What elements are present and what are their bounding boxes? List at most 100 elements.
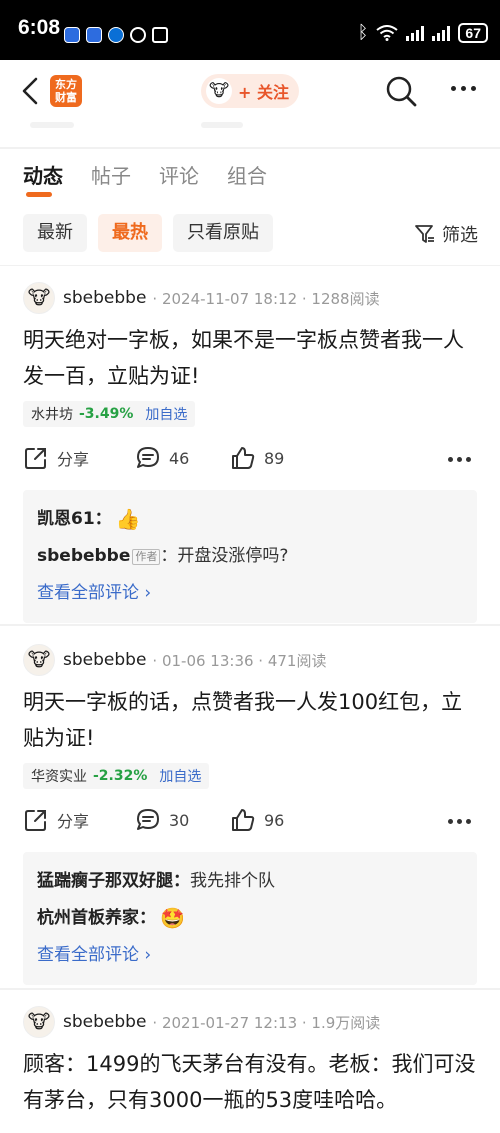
post-divider (0, 624, 500, 626)
post-author[interactable]: sbebebbe (63, 650, 146, 670)
comment-user[interactable]: 杭州首板养家： (37, 900, 156, 937)
share-button[interactable]: 分享 (23, 445, 89, 471)
add-watchlist-button[interactable]: 加自选 (145, 404, 187, 424)
view-all-comments-link[interactable]: 查看全部评论 › (37, 937, 463, 974)
share-button[interactable]: 分享 (23, 807, 89, 833)
wifi-icon (376, 24, 399, 41)
stock-tag[interactable]: 华资实业 -2.32% 加自选 (23, 763, 210, 789)
app-notification-icon (86, 27, 102, 43)
thumbs-up-icon (232, 809, 255, 831)
follow-button[interactable]: 🐮 + 关注 (201, 74, 299, 108)
app-notification-icon (108, 27, 124, 43)
comment-count: 46 (169, 448, 190, 468)
bluetooth-icon: ᛒ (357, 22, 369, 42)
share-label: 分享 (57, 450, 90, 469)
like-button[interactable]: 96 (230, 807, 284, 833)
view-all-comments-link[interactable]: 查看全部评论 › (37, 575, 463, 612)
comment-item: 杭州首板养家： 🤩 (37, 900, 463, 937)
like-count: 89 (264, 448, 285, 468)
cow-avatar-icon: 🐮 (206, 78, 232, 104)
post-author[interactable]: sbebebbe (63, 1012, 146, 1032)
collapsed-header-strip (0, 122, 500, 150)
stock-change: -3.49% (79, 406, 134, 422)
status-bar: 6:08 ᛒ 67 (0, 0, 500, 60)
stock-name: 水井坊 (31, 407, 73, 423)
author-badge: 作者 (132, 548, 161, 565)
tab-comments[interactable]: 评论 (159, 160, 199, 189)
comment-icon (137, 809, 159, 830)
back-arrow-icon[interactable] (16, 74, 46, 108)
search-icon[interactable] (384, 74, 418, 108)
tab-dynamics[interactable]: 动态 (23, 160, 63, 189)
battery-indicator: 67 (458, 22, 488, 43)
comment-item: 凯恩61： 👍 (37, 501, 463, 538)
comment-text: 我先排个队 (190, 871, 275, 891)
tab-posts[interactable]: 帖子 (91, 160, 131, 189)
post-header: 🐮 sbebebbe · 2024-11-07 18:12 · 1288阅读 (23, 282, 380, 314)
comment-user[interactable]: 凯恩61： (37, 501, 112, 538)
like-button[interactable]: 89 (230, 445, 284, 471)
cow-avatar-icon[interactable]: 🐮 (23, 282, 55, 314)
comment-item: sbebebbe 作者 ：开盘没涨停吗? (37, 538, 463, 575)
stock-name: 华资实业 (31, 769, 87, 785)
thumbs-up-icon (232, 447, 255, 469)
post-text[interactable]: 明天绝对一字板，如果不是一字板点赞者我一人发一百，立贴为证! (23, 322, 477, 394)
more-options-icon[interactable] (451, 86, 476, 91)
post-meta: · 01-06 13:36 · 471阅读 (152, 651, 327, 670)
like-count: 96 (264, 810, 285, 830)
comment-button[interactable]: 30 (135, 807, 189, 833)
follow-label: + 关注 (238, 83, 289, 102)
comment-count: 30 (169, 810, 190, 830)
cow-avatar-icon[interactable]: 🐮 (23, 644, 55, 676)
stock-tag[interactable]: 水井坊 -3.49% 加自选 (23, 401, 196, 427)
comment-preview[interactable]: 猛踹瘸子那双好腿： 我先排个队 杭州首板养家： 🤩 查看全部评论 › (23, 852, 477, 985)
comment-preview[interactable]: 凯恩61： 👍 sbebebbe 作者 ：开盘没涨停吗? 查看全部评论 › (23, 490, 477, 623)
divider (0, 147, 500, 149)
profile-tabs: 动态 帖子 评论 组合 (23, 160, 267, 189)
comment-user[interactable]: 猛踹瘸子那双好腿： (37, 863, 190, 900)
post-header: 🐮 sbebebbe · 2021-01-27 12:13 · 1.9万阅读 (23, 1006, 380, 1038)
thumbs-up-emoji-icon: 👍 (115, 507, 141, 531)
active-tab-indicator (26, 192, 52, 197)
signal-icon (432, 25, 451, 41)
star-struck-emoji-icon: 🤩 (160, 906, 185, 930)
signal-icon (406, 25, 425, 41)
status-time: 6:08 (18, 16, 61, 39)
share-icon (25, 810, 46, 831)
nfc-icon (152, 27, 168, 43)
post-author[interactable]: sbebebbe (63, 288, 146, 308)
post-more-icon[interactable] (448, 819, 471, 824)
cow-avatar-icon[interactable]: 🐮 (23, 1006, 55, 1038)
add-watchlist-button[interactable]: 加自选 (159, 766, 201, 786)
filter-button[interactable]: 筛选 (414, 221, 478, 247)
sort-filters: 最新 最热 只看原贴 (23, 214, 273, 252)
post-text[interactable]: 明天一字板的话，点赞者我一人发100红包，立贴为证! (23, 684, 477, 756)
status-right: ᛒ 67 (358, 22, 488, 43)
tab-portfolio[interactable]: 组合 (227, 160, 267, 189)
notification-icons (64, 27, 168, 43)
comment-item: 猛踹瘸子那双好腿： 我先排个队 (37, 863, 463, 900)
comment-text: ：开盘没涨停吗? (160, 546, 289, 566)
comment-user[interactable]: sbebebbe (37, 538, 130, 575)
post-text[interactable]: 顾客：1499的飞天茅台有没有。老板：我们可没有茅台，只有3000一瓶的53度哇… (23, 1046, 477, 1118)
share-label: 分享 (57, 812, 90, 831)
filter-hottest[interactable]: 最热 (98, 214, 162, 252)
comment-button[interactable]: 46 (135, 445, 189, 471)
gauge-icon (130, 27, 146, 43)
filter-latest[interactable]: 最新 (23, 214, 87, 252)
post-actions: 分享 30 96 (23, 807, 477, 837)
share-icon (25, 448, 46, 469)
post-meta: · 2021-01-27 12:13 · 1.9万阅读 (152, 1013, 381, 1032)
post-actions: 分享 46 89 (23, 445, 477, 475)
app-logo[interactable]: 东方财富 (50, 75, 82, 107)
stock-change: -2.32% (93, 768, 148, 784)
funnel-icon (415, 225, 434, 243)
comment-icon (137, 447, 159, 468)
filter-original-only[interactable]: 只看原贴 (173, 214, 273, 252)
divider (0, 265, 500, 266)
top-navigation-bar: 东方财富 🐮 + 关注 (0, 60, 500, 122)
post-divider (0, 988, 500, 990)
app-notification-icon (64, 27, 80, 43)
post-meta: · 2024-11-07 18:12 · 1288阅读 (152, 289, 380, 308)
post-more-icon[interactable] (448, 457, 471, 462)
